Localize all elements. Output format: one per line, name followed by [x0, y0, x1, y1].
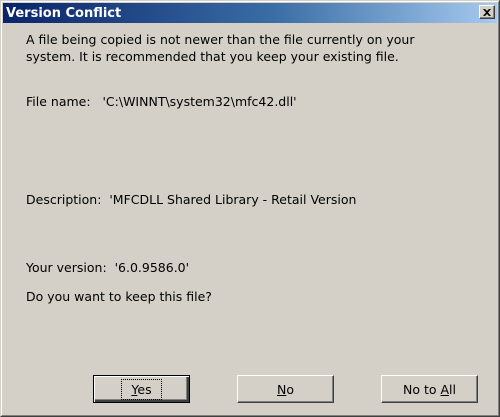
description-value: 'MFCDLL Shared Library - Retail Version: [109, 192, 357, 207]
yes-button[interactable]: Yes: [93, 375, 190, 403]
version-row: Your version: '6.0.9586.0': [26, 259, 189, 277]
message-line-1: A file being copied is not newer than th…: [26, 32, 415, 47]
close-button[interactable]: [479, 5, 495, 19]
title-bar[interactable]: Version Conflict: [3, 3, 497, 23]
no-button[interactable]: No: [237, 375, 334, 403]
description-label: Description:: [26, 192, 102, 207]
version-value: '6.0.9586.0': [114, 260, 190, 275]
focus-ring: Yes: [121, 378, 162, 400]
description-row: Description: 'MFCDLL Shared Library - Re…: [26, 191, 356, 209]
close-icon: [483, 8, 491, 16]
file-name-label: File name:: [26, 94, 91, 109]
question-text: Do you want to keep this file?: [26, 289, 212, 304]
file-name-value: 'C:\WINNT\system32\mfc42.dll': [102, 94, 297, 109]
version-label: Your version:: [26, 260, 107, 275]
dialog-title: Version Conflict: [6, 5, 122, 21]
version-conflict-dialog: Version Conflict A file being copied is …: [0, 0, 500, 417]
yes-button-label: Yes: [131, 381, 152, 397]
no-button-label: No: [276, 381, 294, 397]
message-line-2: system. It is recommended that you keep …: [26, 49, 399, 64]
file-name-row: File name: 'C:\WINNT\system32\mfc42.dll': [26, 93, 297, 111]
no-to-all-button-label: No to All: [402, 381, 456, 397]
no-to-all-button[interactable]: No to All: [381, 375, 478, 403]
